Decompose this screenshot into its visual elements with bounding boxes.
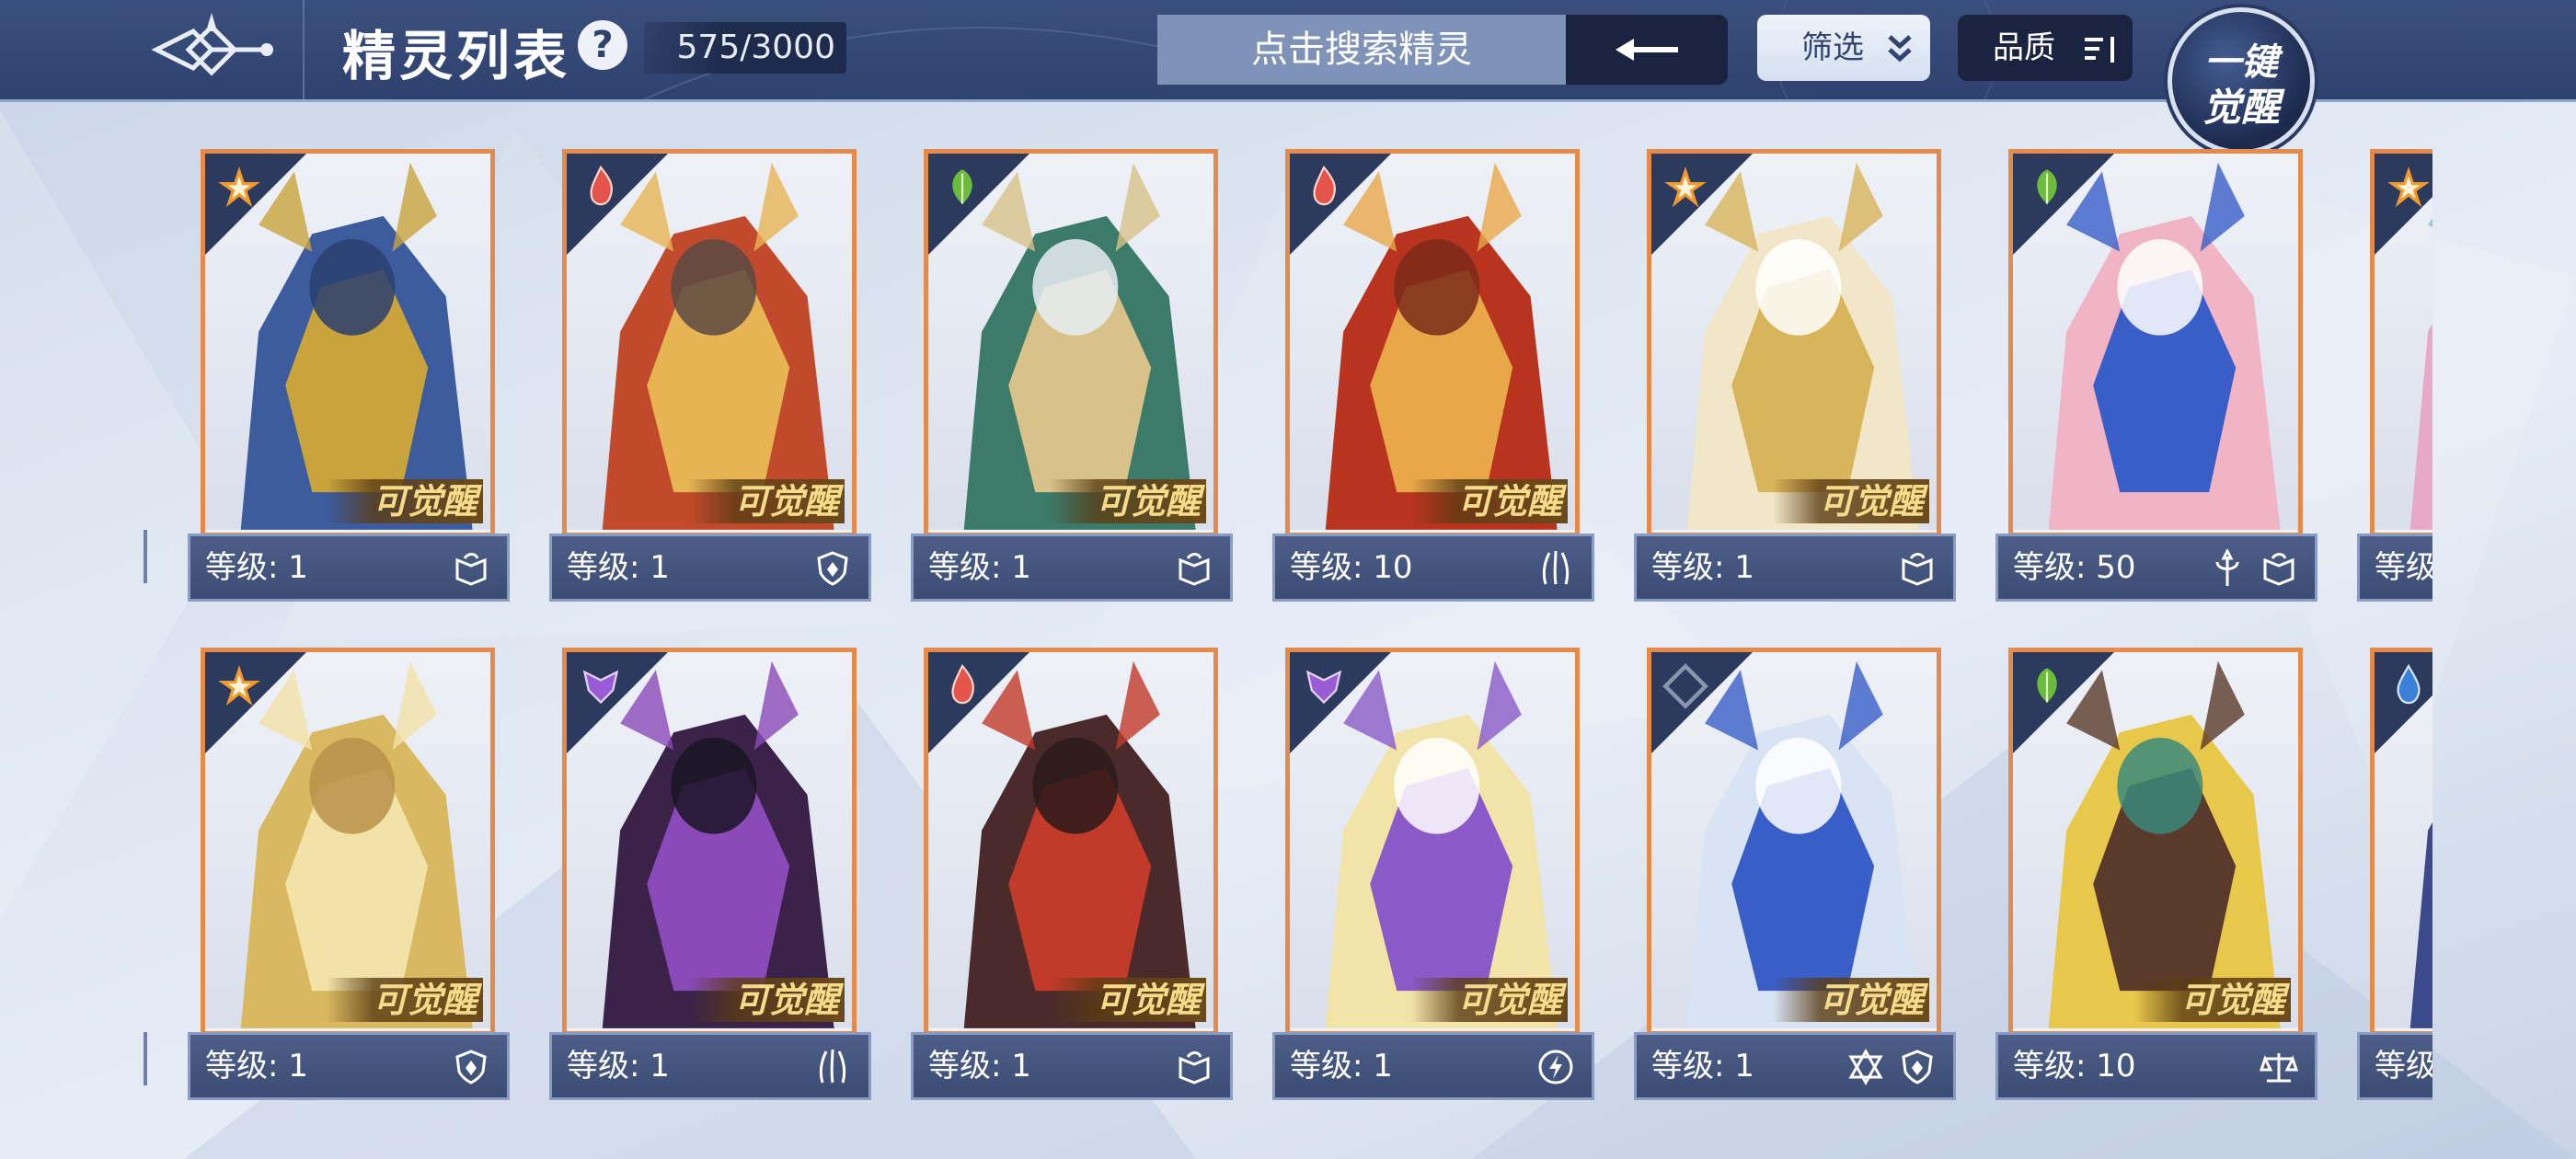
- level-label: 等级: 1: [1290, 1048, 1393, 1084]
- awaken-available-tag: 可觉醒: [688, 479, 845, 523]
- awaken-available-tag: 可觉醒: [1050, 978, 1206, 1022]
- scales-icon: [2260, 1053, 2298, 1083]
- sprite-portrait-frame: 可觉醒: [1647, 648, 1941, 1036]
- level-bar: 等级: 1: [1272, 1032, 1594, 1100]
- sprite-card[interactable]: 可觉醒 等级: 1: [1272, 648, 1594, 1100]
- sprite-portrait-frame: 可觉醒: [1285, 648, 1580, 1036]
- awaken-available-tag: 可觉醒: [1411, 479, 1568, 523]
- sprite-portrait-frame: 可觉醒: [924, 648, 1218, 1036]
- claw-icon: [1542, 550, 1570, 585]
- level-bar: 等级: [2357, 1032, 2432, 1100]
- sprite-portrait-frame: 可觉醒: [201, 648, 495, 1036]
- sprite-card[interactable]: 可觉醒 等级: 10: [1995, 648, 2317, 1100]
- awaken-available-tag: 可觉醒: [1773, 978, 1929, 1022]
- level-label: 等级: 1: [928, 1048, 1031, 1084]
- sprite-portrait-frame: [2370, 648, 2432, 1036]
- level-bar: 等级: [2357, 534, 2432, 602]
- sprite-card[interactable]: 可觉醒 等级: 10: [1272, 149, 1594, 602]
- book-icon: [455, 553, 487, 586]
- level-bar: 等级: 10: [1995, 1032, 2317, 1100]
- sprite-card[interactable]: 可觉醒 等级: 1: [1634, 648, 1956, 1100]
- level-label: 等级: 1: [205, 549, 308, 586]
- sprite-card[interactable]: 可觉醒 等级: 1: [549, 648, 871, 1100]
- sprite-portrait-frame: 可觉醒: [562, 149, 857, 537]
- level-bar: 等级: 1: [911, 534, 1233, 602]
- neutral-element-icon: [1651, 652, 1753, 753]
- fire-element-icon: [567, 154, 668, 255]
- sprite-card[interactable]: 可觉醒 等级: 1: [188, 648, 510, 1100]
- claw-icon: [819, 1049, 846, 1084]
- level-label: 等级: 10: [2013, 1048, 2136, 1084]
- trident-icon: [2215, 549, 2239, 586]
- sprite-card[interactable]: 等级: [2357, 648, 2432, 1100]
- awaken-available-tag: 可觉醒: [1411, 978, 1568, 1022]
- light-element-icon: [205, 154, 306, 255]
- light-element-icon: [2375, 154, 2432, 255]
- level-label: 等级: 1: [1651, 1048, 1754, 1084]
- grass-element-icon: [2013, 652, 2114, 753]
- level-label: 等级: 1: [205, 1048, 308, 1084]
- level-label: 等级: 1: [928, 549, 1031, 586]
- level-label: 等级: [2375, 549, 2432, 586]
- sprite-portrait-frame: 可觉醒: [1285, 149, 1580, 537]
- awaken-available-tag: 可觉醒: [688, 978, 845, 1022]
- level-bar: 等级: 1: [1634, 1032, 1956, 1100]
- light-element-icon: [205, 652, 306, 753]
- level-bar: 等级: 1: [549, 1032, 871, 1100]
- level-label: 等级: 1: [1651, 549, 1754, 586]
- light-element-icon: [1651, 154, 1753, 255]
- sprite-portrait-frame: 可觉醒: [562, 648, 857, 1036]
- level-label: 等级: 1: [567, 1048, 670, 1084]
- awaken-available-tag: 可觉醒: [327, 479, 483, 523]
- sprite-grid: 可觉醒 等级: 1 可觉醒 等级: 1 可觉醒 等级: 1 可觉醒 等级: 10…: [0, 0, 2432, 1159]
- level-bar: 等级: 1: [549, 534, 871, 602]
- level-bar: 等级: 1: [188, 1032, 510, 1100]
- book-icon: [1179, 553, 1210, 586]
- level-bar: 等级: 1: [911, 1032, 1233, 1100]
- sprite-card[interactable]: 可觉醒 等级: 1: [1634, 149, 1956, 602]
- sprite-card[interactable]: 可觉醒 等级: 1: [911, 648, 1233, 1100]
- shield-icon: [817, 551, 848, 586]
- level-label: 等级: [2375, 1048, 2432, 1084]
- sprite-portrait-frame: [2008, 149, 2303, 537]
- lightning-icon: [1538, 1050, 1573, 1084]
- book-icon: [1179, 1051, 1210, 1084]
- book-icon: [2263, 553, 2294, 586]
- book-icon: [1902, 553, 1933, 586]
- awaken-available-tag: 可觉醒: [327, 978, 483, 1022]
- level-label: 等级: 1: [567, 549, 670, 586]
- sprite-portrait-frame: 可觉醒: [1647, 149, 1941, 537]
- grass-element-icon: [928, 154, 1029, 255]
- sprite-portrait-frame: 可觉醒: [201, 149, 495, 537]
- shield-icon: [455, 1050, 487, 1084]
- sprite-card[interactable]: 等级: 50: [1995, 149, 2317, 602]
- dark-element-icon: [1290, 652, 1391, 753]
- level-bar: 等级: 10: [1272, 534, 1594, 602]
- sprite-card[interactable]: 可觉醒 等级: 1: [911, 149, 1233, 602]
- dark-element-icon: [567, 652, 668, 753]
- water-element-icon: [2375, 652, 2432, 753]
- sprite-card[interactable]: 可觉醒 等级: 1: [188, 149, 510, 602]
- shield-icon: [1902, 1050, 1933, 1084]
- sprite-card[interactable]: 等级: [2357, 149, 2432, 602]
- awaken-available-tag: 可觉醒: [2134, 978, 2291, 1022]
- grass-element-icon: [2013, 154, 2114, 255]
- level-label: 等级: 50: [2013, 549, 2136, 586]
- awaken-available-tag: 可觉醒: [1050, 479, 1206, 523]
- sprite-portrait-frame: 可觉醒: [2008, 648, 2303, 1036]
- fire-element-icon: [928, 652, 1029, 753]
- sprite-portrait-frame: 可觉醒: [924, 149, 1218, 537]
- awaken-available-tag: 可觉醒: [1773, 479, 1929, 523]
- level-bar: 等级: 50: [1995, 534, 2317, 602]
- level-label: 等级: 10: [1290, 549, 1413, 586]
- fire-element-icon: [1290, 154, 1391, 255]
- level-bar: 等级: 1: [188, 534, 510, 602]
- level-bar: 等级: 1: [1634, 534, 1956, 602]
- star-icon: [1848, 1048, 1883, 1086]
- sprite-portrait-frame: [2370, 149, 2432, 537]
- sprite-card[interactable]: 可觉醒 等级: 1: [549, 149, 871, 602]
